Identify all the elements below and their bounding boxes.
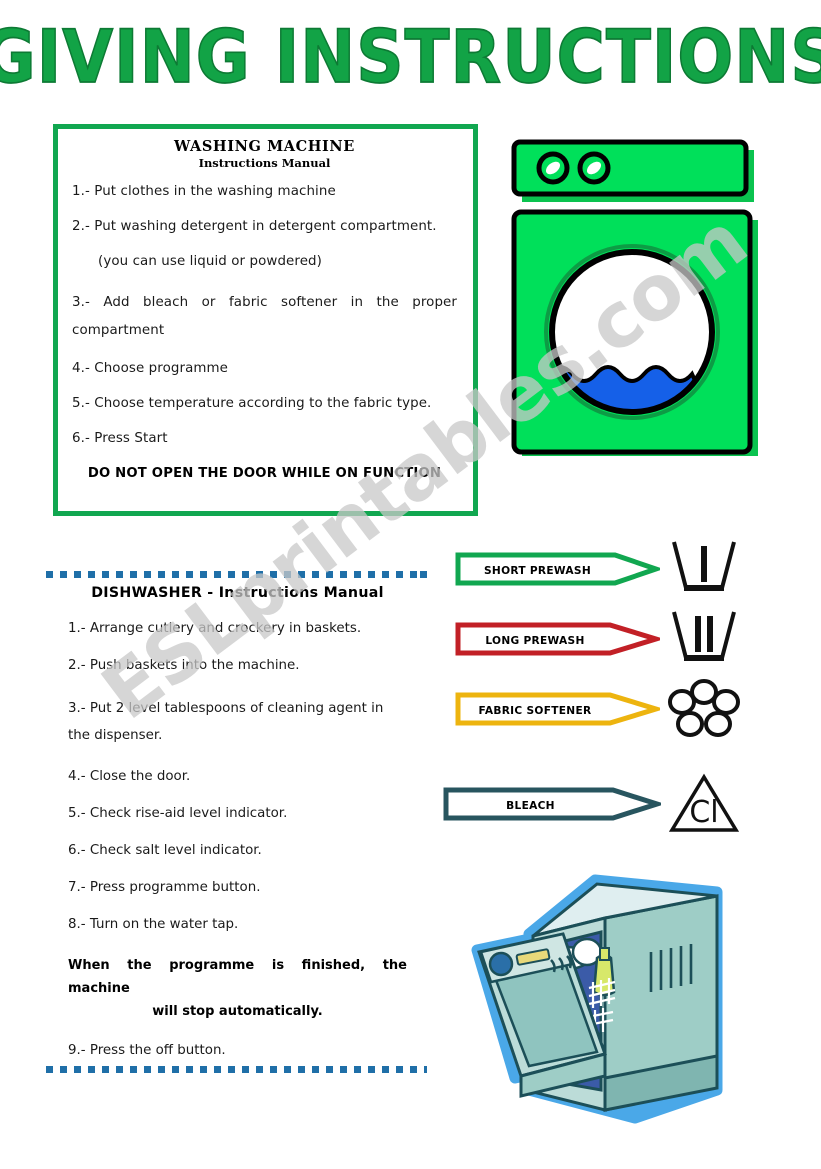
page-title-container: GIVING INSTRUCTIONS: [0, 17, 821, 97]
washing-machine-heading: WASHING MACHINE: [174, 138, 355, 155]
page-title: GIVING INSTRUCTIONS: [0, 13, 821, 100]
washing-machine-instructions-content: WASHING MACHINE Instructions Manual 1.- …: [58, 129, 473, 481]
symbol-row-long-prewash: LONG PREWASH: [455, 608, 740, 674]
bleach-label: BLEACH: [506, 800, 555, 812]
washing-machine-step-3: 3.- Add bleach or fabric softener in the…: [72, 295, 457, 338]
dishwasher-note-line-1: When the programme is finished, the mach…: [68, 958, 407, 996]
dishwasher-step-3: 3.- Put 2 level tablespoons of cleaning …: [68, 701, 384, 743]
fabric-softener-arrow: FABRIC SOFTENER: [455, 688, 665, 734]
dashed-border-bottom: [46, 1066, 427, 1073]
washing-machine-step-5: 5.- Choose temperature according to the …: [72, 396, 432, 411]
dishwasher-step-8: 8.- Turn on the water tap.: [68, 917, 239, 932]
dishwasher-step-5: 5.- Check rise-aid level indicator.: [68, 806, 288, 821]
washing-machine-step-2-note: (you can use liquid or powdered): [98, 254, 322, 269]
dishwasher-step-2: 2.- Push baskets into the machine.: [68, 658, 300, 673]
washing-machine-icon: [511, 139, 758, 456]
svg-text:Cl: Cl: [689, 795, 718, 830]
dishwasher-heading: DISHWASHER - Instructions Manual: [91, 585, 384, 601]
tub-one-bar-icon: [668, 538, 740, 604]
washing-machine-step-1: 1.- Put clothes in the washing machine: [72, 184, 336, 199]
dishwasher-step-4: 4.- Close the door.: [68, 769, 191, 784]
dashed-border-top: [46, 571, 427, 578]
tub-two-bars-icon: [668, 608, 740, 674]
washing-machine-instructions-box: WASHING MACHINE Instructions Manual 1.- …: [53, 124, 478, 516]
dishwasher-illustration: [455, 840, 775, 1140]
dishwasher-note-line-2: will stop automatically.: [152, 1004, 323, 1019]
washing-machine-subheading: Instructions Manual: [198, 156, 331, 170]
triangle-cl-icon: Cl: [667, 772, 741, 840]
washing-machine-step-2: 2.- Put washing detergent in detergent c…: [72, 219, 437, 234]
dishwasher-step-7: 7.- Press programme button.: [68, 880, 261, 895]
dashed-border-right: [420, 571, 427, 1073]
dishwasher-step-6: 6.- Check salt level indicator.: [68, 843, 262, 858]
short-prewash-label: SHORT PREWASH: [483, 565, 592, 577]
bleach-arrow: BLEACH: [443, 783, 666, 829]
fabric-softener-label: FABRIC SOFTENER: [478, 705, 592, 717]
symbol-row-bleach: BLEACH Cl: [443, 772, 741, 840]
worksheet-page: GIVING INSTRUCTIONS WASHING MACHINE Inst…: [0, 0, 821, 1169]
long-prewash-label: LONG PREWASH: [485, 635, 585, 647]
dishwasher-instructions-content: DISHWASHER - Instructions Manual 1.- Arr…: [46, 571, 427, 1058]
dishwasher-step-9: 9.- Press the off button.: [68, 1043, 226, 1058]
washing-machine-warning: DO NOT OPEN THE DOOR WHILE ON FUNCTION: [87, 466, 442, 481]
dishwasher-note: When the programme is finished, the mach…: [68, 954, 407, 1023]
dishwasher-instructions-box: DISHWASHER - Instructions Manual 1.- Arr…: [46, 571, 427, 1073]
washing-machine-illustration: [508, 136, 766, 466]
dashed-border-left: [46, 571, 53, 1073]
symbol-row-short-prewash: SHORT PREWASH: [455, 538, 740, 604]
washing-machine-step-6: 6.- Press Start: [72, 431, 168, 446]
flower-icon: [668, 678, 740, 744]
washing-machine-step-4: 4.- Choose programme: [72, 361, 228, 376]
short-prewash-arrow: SHORT PREWASH: [455, 548, 664, 594]
dishwasher-step-1: 1.- Arrange cutlery and crockery in bask…: [68, 621, 362, 636]
symbol-row-fabric-softener: FABRIC SOFTENER: [455, 678, 740, 744]
dishwasher-icon: [471, 874, 723, 1124]
long-prewash-arrow: LONG PREWASH: [455, 618, 665, 664]
